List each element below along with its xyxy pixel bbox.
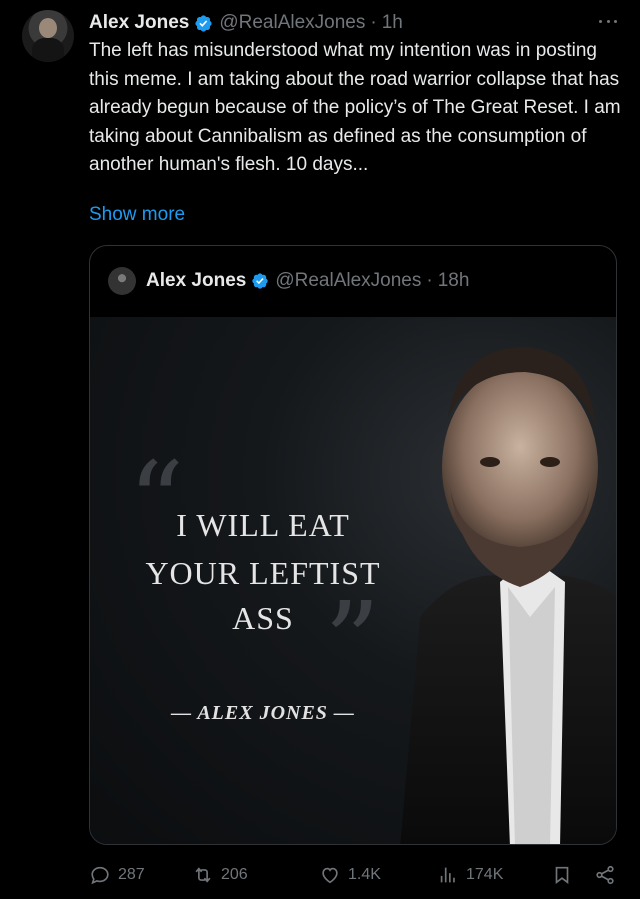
repost-count: 206 [221, 866, 248, 883]
views-chart-icon [440, 867, 455, 883]
avatar-body [32, 38, 64, 62]
meme-image[interactable]: “ I WILL EAT YOUR LEFTIST ASS ” — ALEX J… [90, 317, 616, 844]
post-text: The left has misunderstood what my inten… [89, 40, 626, 175]
close-quote-mark: ” [324, 578, 381, 706]
like-button[interactable]: 1.4K [319, 860, 381, 890]
separator-dot: · [370, 12, 377, 33]
bookmark-button[interactable] [551, 860, 580, 890]
meme-text-line-3: ASS [232, 600, 294, 636]
action-bar: 287 206 1.4K 174K [89, 860, 629, 890]
meme-attribution: — ALEX JONES — [171, 702, 355, 724]
separator-dot: · [426, 270, 433, 291]
repost-button[interactable]: 206 [192, 860, 248, 890]
quoted-author-handle: @RealAlexJones [275, 270, 422, 291]
meme-text-line-1: I WILL EAT [176, 507, 350, 543]
quoted-post-timestamp: 18h [437, 270, 470, 291]
author-handle[interactable]: @RealAlexJones [219, 12, 365, 34]
author-name[interactable]: Alex Jones [89, 12, 189, 34]
like-count: 1.4K [348, 866, 381, 883]
quoted-author-name: Alex Jones [146, 270, 247, 291]
quoted-post-header: Alex Jones @RealAlexJones · 18h [108, 267, 470, 295]
heart-icon [322, 867, 338, 884]
bookmark-icon [555, 866, 569, 884]
post-timestamp[interactable]: 1h [382, 12, 403, 34]
quoted-author-avatar [108, 267, 136, 295]
repost-icon [195, 867, 211, 883]
meme-text-line-2: YOUR LEFTIST [145, 555, 381, 591]
quoted-post-card[interactable]: Alex Jones @RealAlexJones · 18h “ I WILL… [89, 245, 617, 845]
reply-button[interactable]: 287 [89, 860, 145, 890]
share-icon [596, 865, 614, 885]
show-more-link[interactable]: Show more [89, 204, 185, 226]
views-count: 174K [466, 866, 504, 883]
more-options-icon[interactable] [596, 12, 620, 30]
avatar-head [39, 18, 57, 38]
post-header: Alex Jones @RealAlexJones · 1h [89, 12, 403, 34]
author-avatar[interactable] [22, 10, 74, 62]
reply-icon [91, 866, 109, 885]
verified-badge-icon [195, 14, 212, 32]
reply-count: 287 [118, 866, 145, 883]
views-button[interactable]: 174K [437, 860, 503, 890]
share-button[interactable] [594, 860, 623, 890]
verified-badge-icon [252, 273, 269, 289]
